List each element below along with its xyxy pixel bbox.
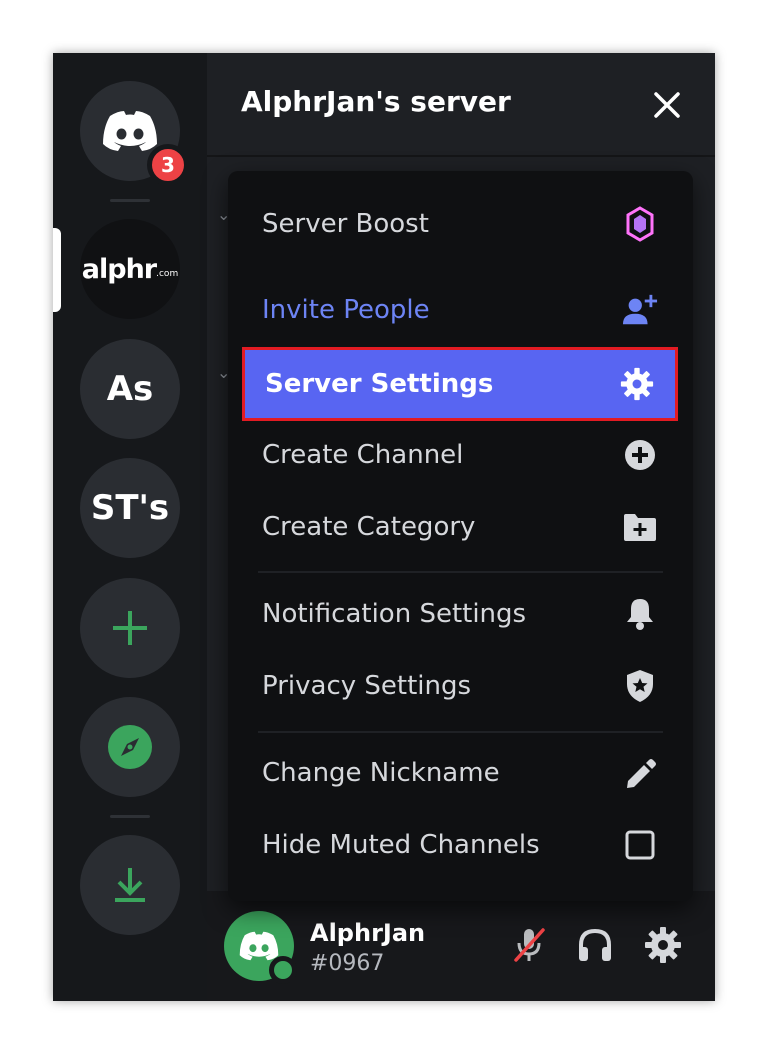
menu-item-label: Invite People [262, 295, 430, 325]
user-settings-button[interactable] [641, 923, 685, 967]
download-icon [115, 868, 145, 902]
alphr-logo-suffix: .com [156, 269, 179, 279]
mute-microphone-button[interactable] [507, 923, 551, 967]
menu-item-notification-settings[interactable]: Notification Settings [242, 579, 678, 649]
menu-item-server-settings[interactable]: Server Settings [242, 347, 678, 421]
discord-logo-icon [239, 931, 279, 961]
menu-item-create-category[interactable]: Create Category [242, 492, 678, 562]
shield-star-icon [622, 668, 658, 704]
server-dropdown-menu: Server Boost Invite People Server Settin… [228, 171, 693, 901]
menu-item-hide-muted-channels[interactable]: Hide Muted Channels [242, 810, 678, 880]
menu-item-label: Change Nickname [262, 758, 500, 788]
pencil-icon [622, 755, 658, 791]
menu-divider [258, 731, 663, 733]
compass-icon [108, 725, 152, 769]
menu-item-label: Server Boost [262, 209, 429, 239]
microphone-muted-icon [514, 928, 545, 962]
menu-item-label: Create Channel [262, 440, 464, 470]
explore-servers-button[interactable] [80, 697, 180, 797]
menu-item-create-channel[interactable]: Create Channel [242, 420, 678, 490]
server-icon-as[interactable]: As [80, 339, 180, 439]
server-icon-sts[interactable]: ST's [80, 458, 180, 558]
menu-item-label: Notification Settings [262, 599, 527, 629]
gear-icon [619, 366, 655, 402]
menu-item-privacy-settings[interactable]: Privacy Settings [242, 651, 678, 721]
bell-icon [622, 596, 658, 632]
notification-badge: 3 [147, 144, 189, 186]
download-apps-button[interactable] [80, 835, 180, 935]
boost-gem-icon [622, 206, 658, 242]
close-button[interactable] [645, 83, 689, 127]
user-tag: #0967 [310, 951, 385, 976]
headphones-icon [579, 928, 611, 961]
menu-item-invite-people[interactable]: Invite People [242, 275, 678, 345]
sidebar-separator [110, 815, 150, 818]
checkbox-icon[interactable] [622, 827, 658, 863]
plus-circle-icon [622, 437, 658, 473]
menu-item-label: Server Settings [265, 369, 494, 399]
gear-icon [645, 927, 681, 963]
menu-item-change-nickname[interactable]: Change Nickname [242, 738, 678, 808]
menu-item-server-boost[interactable]: Server Boost [242, 189, 678, 259]
server-icon-alphr[interactable]: alphr .com [80, 219, 180, 319]
deafen-button[interactable] [573, 923, 617, 967]
menu-divider [258, 571, 663, 573]
server-header: AlphrJan's server [207, 53, 715, 157]
folder-plus-icon [622, 509, 658, 545]
server-icon-label: As [106, 369, 154, 409]
server-sidebar: 3 alphr .com As ST's [53, 53, 207, 1001]
add-server-button[interactable] [80, 578, 180, 678]
selected-server-indicator [53, 228, 61, 312]
plus-icon [113, 611, 147, 645]
user-panel: AlphrJan #0967 [207, 891, 715, 1001]
add-user-icon [622, 292, 658, 328]
menu-item-label: Create Category [262, 512, 476, 542]
alphr-logo-text: alphr [81, 253, 157, 285]
discord-logo-icon [103, 111, 157, 151]
close-icon [654, 92, 680, 118]
sidebar-separator [110, 199, 150, 202]
server-icon-label: ST's [90, 488, 170, 528]
username: AlphrJan [310, 919, 426, 947]
discord-window: 3 alphr .com As ST's AlphrJan's server ⌄… [53, 53, 715, 1001]
menu-item-label: Hide Muted Channels [262, 830, 540, 860]
online-status-indicator [269, 956, 297, 984]
menu-item-label: Privacy Settings [262, 671, 472, 701]
server-name: AlphrJan's server [241, 85, 511, 118]
